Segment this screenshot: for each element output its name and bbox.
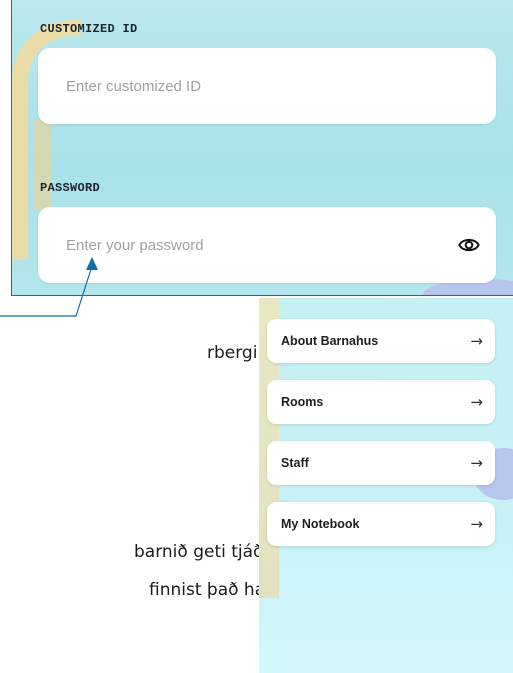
menu-screenshot: About Barnahus → Rooms → Staff → My Note… xyxy=(259,298,513,673)
menu-item-label: Staff xyxy=(281,456,309,470)
arrow-right-icon: → xyxy=(470,454,483,472)
customized-id-field[interactable] xyxy=(38,48,496,124)
password-input[interactable] xyxy=(64,235,428,255)
password-label: PASSWORD xyxy=(40,181,101,195)
password-field[interactable] xyxy=(38,207,496,283)
arrow-right-icon: → xyxy=(470,332,483,350)
menu-item-staff[interactable]: Staff → xyxy=(267,441,495,485)
arrow-right-icon: → xyxy=(470,515,483,533)
login-form-screenshot: CUSTOMIZED ID PASSWORD xyxy=(11,0,513,296)
document-text-line-2: barnið geti tjáð xyxy=(134,542,264,562)
customized-id-input[interactable] xyxy=(64,76,428,96)
eye-icon[interactable] xyxy=(458,234,480,256)
menu-item-my-notebook[interactable]: My Notebook → xyxy=(267,502,495,546)
menu-item-label: About Barnahus xyxy=(281,334,379,348)
background-pillar xyxy=(34,120,52,210)
menu-item-label: Rooms xyxy=(281,395,324,409)
menu-item-about-barnahus[interactable]: About Barnahus → xyxy=(267,319,495,363)
menu-item-label: My Notebook xyxy=(281,517,360,531)
arrow-right-icon: → xyxy=(470,393,483,411)
customized-id-label: CUSTOMIZED ID xyxy=(40,22,138,36)
menu-item-rooms[interactable]: Rooms → xyxy=(267,380,495,424)
